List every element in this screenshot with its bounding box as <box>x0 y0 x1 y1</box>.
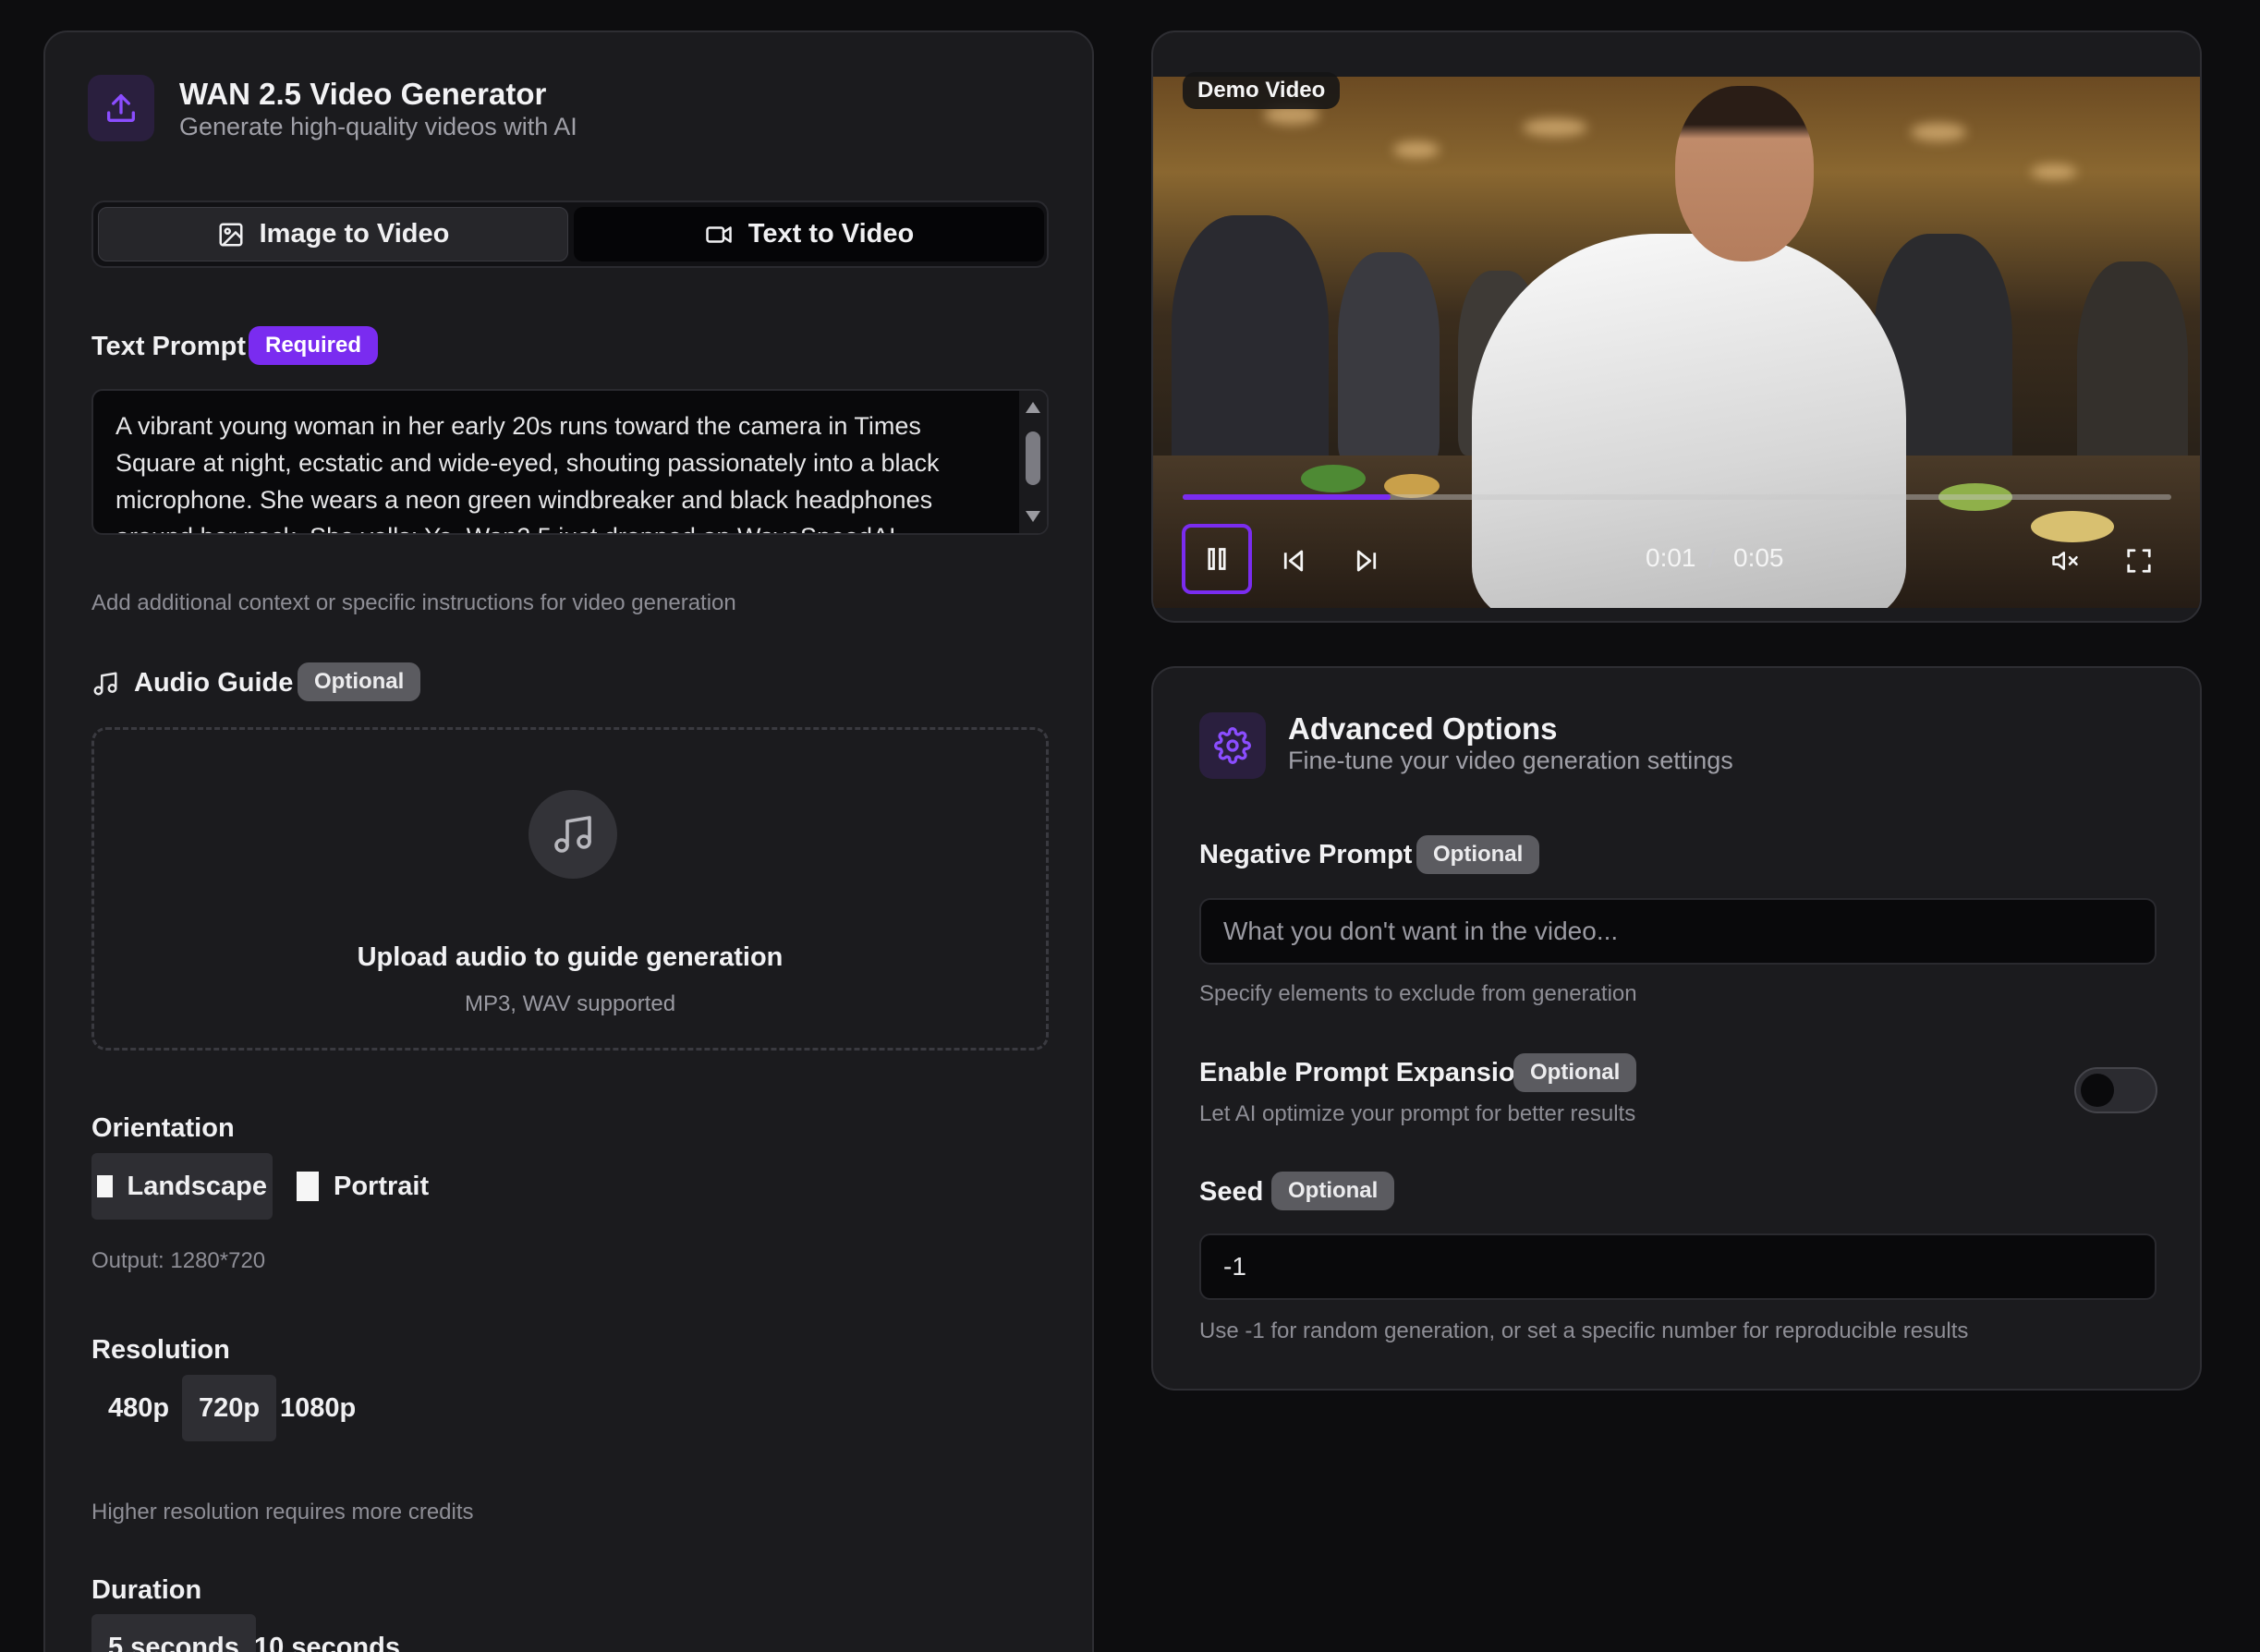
landscape-icon <box>97 1175 113 1197</box>
total-time: 0:05 <box>1733 543 1784 572</box>
pause-button[interactable] <box>1182 524 1252 594</box>
demo-video-badge: Demo Video <box>1183 72 1341 109</box>
orientation-portrait-button[interactable]: Portrait <box>291 1153 434 1220</box>
upload-title: Upload audio to guide generation <box>357 942 784 972</box>
advanced-options-panel: Advanced Options Fine-tune your video ge… <box>1151 666 2202 1391</box>
resolution-480p-button[interactable]: 480p <box>103 1375 175 1441</box>
orientation-label: Orientation <box>91 1113 235 1143</box>
portrait-icon <box>297 1172 319 1201</box>
tab-text-to-video[interactable]: Text to Video <box>574 207 1044 261</box>
tab-label: Text to Video <box>747 219 915 249</box>
generator-panel: WAN 2.5 Video Generator Generate high-qu… <box>43 30 1094 1652</box>
optional-badge: Optional <box>1416 835 1540 874</box>
advanced-title: Advanced Options <box>1288 711 1558 746</box>
orientation-output: Output: 1280*720 <box>91 1248 266 1273</box>
seed-hint: Use -1 for random generation, or set a s… <box>1199 1318 1969 1343</box>
resolution-hint: Higher resolution requires more credits <box>91 1500 474 1524</box>
mute-button[interactable] <box>2047 542 2084 579</box>
resolution-option-label: 1080p <box>280 1392 357 1423</box>
resolution-option-label: 480p <box>108 1392 170 1423</box>
prompt-expansion-toggle[interactable] <box>2074 1067 2157 1113</box>
duration-option-label: 5 seconds <box>108 1632 239 1652</box>
seed-label: Seed <box>1199 1177 1264 1207</box>
advanced-subtitle: Fine-tune your video generation settings <box>1288 747 1733 774</box>
resolution-720p-button[interactable]: 720p <box>182 1375 277 1441</box>
seed-input[interactable]: -1 <box>1199 1233 2157 1300</box>
music-note-icon <box>91 670 119 702</box>
app-subtitle: Generate high-quality videos with AI <box>179 113 577 140</box>
audio-guide-label: Audio Guide <box>134 668 294 698</box>
gear-icon <box>1199 712 1266 779</box>
portrait-label: Portrait <box>334 1171 430 1201</box>
tab-label: Image to Video <box>259 219 450 249</box>
text-prompt-input[interactable]: A vibrant young woman in her early 20s r… <box>91 389 1049 535</box>
prompt-expansion-label: Enable Prompt Expansion <box>1199 1058 1532 1087</box>
video-camera-icon <box>706 225 732 243</box>
landscape-label: Landscape <box>127 1171 268 1201</box>
pause-icon <box>1208 548 1226 570</box>
text-prompt-value: A vibrant young woman in her early 20s r… <box>115 412 940 533</box>
tab-image-to-video[interactable]: Image to Video <box>98 207 568 261</box>
music-note-icon <box>529 790 617 879</box>
skip-forward-button[interactable] <box>1348 542 1385 579</box>
upload-formats: MP3, WAV supported <box>464 991 676 1016</box>
resolution-label: Resolution <box>91 1335 230 1365</box>
audio-upload-dropzone[interactable]: Upload audio to guide generation MP3, WA… <box>91 727 1049 1051</box>
fullscreen-icon <box>2127 549 2151 573</box>
textarea-scrollbar[interactable] <box>1019 391 1047 533</box>
negative-prompt-hint: Specify elements to exclude from generat… <box>1199 981 1637 1006</box>
fullscreen-button[interactable] <box>2120 542 2157 579</box>
duration-option-label: 10 seconds <box>254 1632 400 1652</box>
text-prompt-label: Text Prompt <box>91 332 247 361</box>
video-preview-panel: Demo Video 0:01 / 0:05 <box>1151 30 2202 623</box>
upload-icon <box>88 75 154 141</box>
mode-tabs: Image to Video Text to Video <box>91 200 1049 268</box>
required-badge: Required <box>249 326 379 365</box>
app-title: WAN 2.5 Video Generator <box>179 77 547 111</box>
negative-prompt-label: Negative Prompt <box>1199 840 1413 869</box>
resolution-option-label: 720p <box>199 1392 261 1423</box>
optional-badge: Optional <box>298 662 421 701</box>
negative-prompt-input[interactable]: What you don't want in the video... <box>1199 898 2157 965</box>
current-time: 0:01 <box>1646 543 1696 572</box>
text-prompt-hint: Add additional context or specific instr… <box>91 590 736 615</box>
skip-back-icon <box>1283 550 1304 572</box>
optional-badge: Optional <box>1513 1053 1637 1092</box>
duration-label: Duration <box>91 1575 202 1605</box>
toggle-knob <box>2081 1074 2114 1107</box>
optional-badge: Optional <box>1271 1172 1395 1210</box>
orientation-landscape-button[interactable]: Landscape <box>91 1153 273 1220</box>
volume-muted-icon <box>2052 552 2078 570</box>
video-progress-bar[interactable] <box>1183 494 2171 500</box>
time-separator: / <box>1708 543 1716 572</box>
demo-video[interactable] <box>1153 77 2200 608</box>
skip-forward-icon <box>1356 550 1377 572</box>
scroll-thumb[interactable] <box>1026 431 1040 485</box>
image-icon <box>219 223 243 246</box>
resolution-1080p-button[interactable]: 1080p <box>274 1375 361 1441</box>
skip-back-button[interactable] <box>1275 542 1312 579</box>
scroll-up-arrow-icon[interactable] <box>1026 402 1040 413</box>
video-progress-fill <box>1183 494 1391 500</box>
prompt-expansion-hint: Let AI optimize your prompt for better r… <box>1199 1101 1636 1126</box>
scroll-down-arrow-icon[interactable] <box>1026 511 1040 522</box>
duration-5-seconds-button[interactable]: 5 seconds <box>91 1614 256 1652</box>
chef-head <box>1675 86 1814 261</box>
duration-10-seconds-button[interactable]: 10 seconds <box>249 1614 406 1652</box>
